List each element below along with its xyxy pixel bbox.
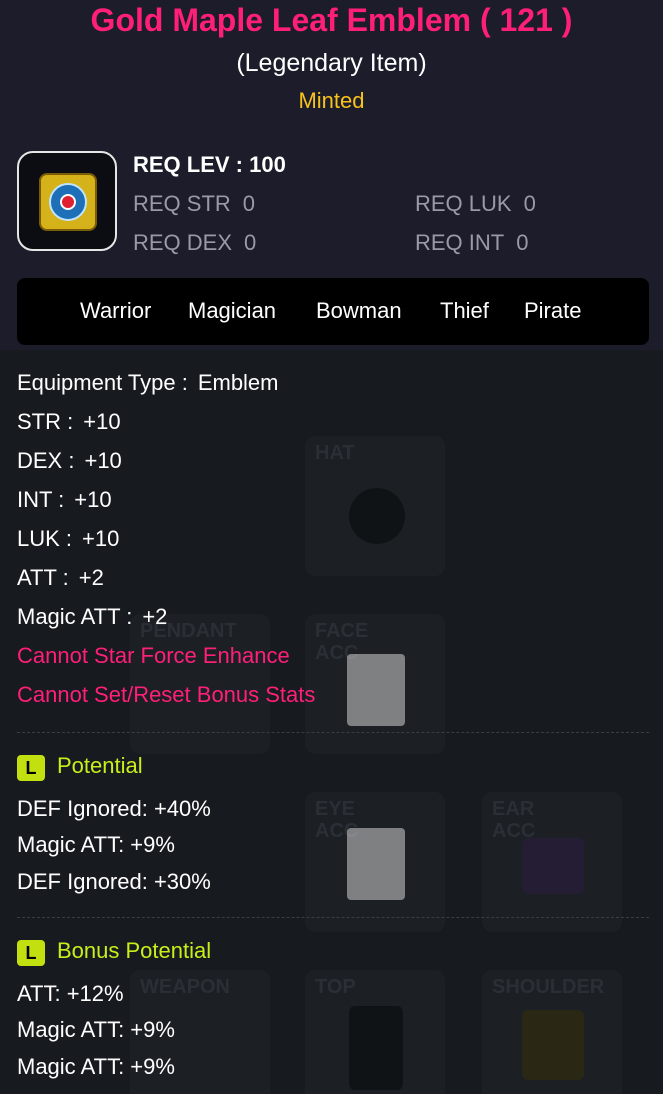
req-luk-value: 0 — [523, 191, 536, 216]
job-thief: Thief — [440, 298, 489, 323]
stat-key: Magic ATT : — [17, 604, 133, 629]
legendary-badge: L — [17, 755, 45, 781]
req-int-label: REQ INT — [415, 230, 505, 255]
section-divider — [17, 917, 649, 918]
stat-key: INT : — [17, 487, 65, 512]
req-luk: REQ LUK 0 — [415, 191, 536, 217]
req-dex-label: REQ DEX — [133, 230, 233, 255]
emblem-maple-leaf — [60, 194, 76, 210]
bonus-potential-line: Magic ATT: +9% — [17, 1017, 175, 1042]
bonus-potential-line: Magic ATT: +9% — [17, 1054, 175, 1079]
backdrop-slot-shoulder: SHOULDER — [482, 970, 622, 1094]
stat-value: +10 — [84, 448, 122, 473]
stat-int: INT : +10 — [17, 487, 112, 513]
section-divider — [17, 732, 649, 733]
stat-key: Equipment Type : — [17, 370, 188, 395]
item-icon-frame — [17, 151, 117, 251]
req-int-value: 0 — [516, 230, 529, 255]
legendary-badge: L — [17, 940, 45, 966]
warning-bonus-stats: Cannot Set/Reset Bonus Stats — [17, 682, 316, 707]
stat-value: Emblem — [197, 370, 279, 395]
emblem-shield — [49, 183, 87, 221]
stat-value: +10 — [82, 526, 120, 551]
minted-status: Minted — [298, 88, 365, 113]
stat-value: +10 — [74, 487, 112, 512]
req-luk-label: REQ LUK — [415, 191, 512, 216]
hat-silhouette-icon — [349, 488, 405, 544]
backdrop-slot-label: TOP — [315, 976, 356, 998]
req-dex-value: 0 — [244, 230, 257, 255]
stat-value: +2 — [78, 565, 104, 590]
bonus-potential-title: Bonus Potential — [57, 938, 212, 963]
backdrop-slot-label: EAR ACC — [492, 798, 536, 842]
backdrop-slot-label: SHOULDER — [492, 976, 605, 998]
req-str-label: REQ STR — [133, 191, 231, 216]
warning-star-force: Cannot Star Force Enhance — [17, 643, 290, 668]
earring-silhouette-icon — [522, 838, 584, 894]
stat-equipment-type: Equipment Type : Emblem — [17, 370, 279, 396]
top-armor-silhouette-icon — [349, 1006, 403, 1090]
potential-title: Potential — [57, 753, 143, 778]
backdrop-slot-ear-acc: EAR ACC — [482, 792, 622, 932]
backdrop-slot-label: WEAPON — [140, 976, 230, 998]
stat-key: ATT : — [17, 565, 69, 590]
shoulder-silhouette-icon — [522, 1010, 584, 1080]
backdrop-slot-label: HAT — [315, 442, 355, 464]
face-accessory-card-icon — [347, 654, 405, 726]
job-magician: Magician — [188, 298, 277, 323]
stat-key: LUK : — [17, 526, 73, 551]
potential-line: DEF Ignored: +30% — [17, 869, 211, 894]
stat-key: STR : — [17, 409, 74, 434]
stat-att: ATT : +2 — [17, 565, 104, 591]
req-dex: REQ DEX 0 — [133, 230, 256, 256]
backdrop-slot-top: TOP — [305, 970, 445, 1094]
stat-dex: DEX : +10 — [17, 448, 122, 474]
stat-value: +2 — [142, 604, 168, 629]
eye-accessory-card-icon — [347, 828, 405, 900]
req-str-value: 0 — [242, 191, 256, 216]
job-warrior: Warrior — [80, 298, 152, 323]
job-class-bar: Warrior Magician Bowman Thief Pirate — [17, 278, 649, 345]
req-int: REQ INT 0 — [415, 230, 528, 256]
req-str: REQ STR 0 — [133, 191, 255, 217]
stat-luk: LUK : +10 — [17, 526, 119, 552]
stat-str: STR : +10 — [17, 409, 121, 435]
item-title: Gold Maple Leaf Emblem ( 121 ) — [90, 2, 573, 38]
stat-magic-att: Magic ATT : +2 — [17, 604, 167, 630]
stat-key: DEX : — [17, 448, 75, 473]
item-rarity: (Legendary Item) — [236, 49, 427, 77]
backdrop-slot-face-acc: FACE ACC — [305, 614, 445, 754]
req-level: REQ LEV : 100 — [133, 152, 286, 177]
backdrop-slot-eye-acc: EYE ACC — [305, 792, 445, 932]
gold-maple-leaf-emblem-icon — [39, 173, 97, 231]
bonus-potential-line: ATT: +12% — [17, 981, 124, 1006]
potential-line: Magic ATT: +9% — [17, 832, 175, 857]
stat-value: +10 — [83, 409, 121, 434]
potential-line: DEF Ignored: +40% — [17, 796, 211, 821]
job-bowman: Bowman — [316, 298, 402, 323]
backdrop-slot-hat: HAT — [305, 436, 445, 576]
job-pirate: Pirate — [524, 298, 582, 323]
